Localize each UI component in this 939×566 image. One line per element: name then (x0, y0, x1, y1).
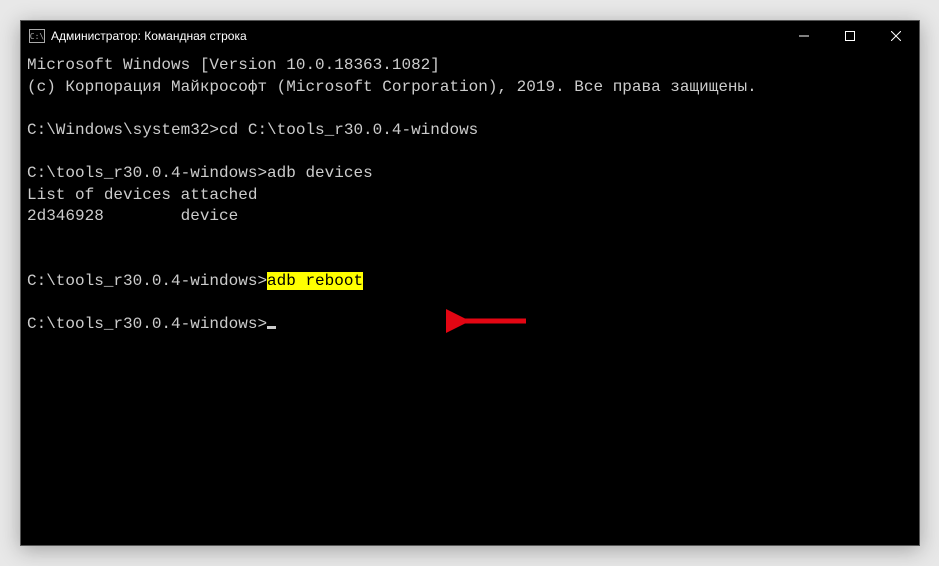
prompt: C:\Windows\system32> (27, 121, 219, 139)
command-adb-devices: adb devices (267, 164, 373, 182)
prompt: C:\tools_r30.0.4-windows> (27, 272, 267, 290)
cursor (267, 326, 276, 329)
command-cd: cd C:\tools_r30.0.4-windows (219, 121, 478, 139)
titlebar[interactable]: C:\ Администратор: Командная строка (21, 21, 919, 51)
close-button[interactable] (873, 21, 919, 51)
output-line: 2d346928 device (27, 207, 238, 225)
minimize-icon (799, 31, 809, 41)
minimize-button[interactable] (781, 21, 827, 51)
annotation-arrow-icon (446, 306, 536, 336)
terminal-output[interactable]: Microsoft Windows [Version 10.0.18363.10… (21, 51, 919, 545)
command-prompt-window: C:\ Администратор: Командная строка Micr… (20, 20, 920, 546)
window-controls (781, 21, 919, 51)
window-title: Администратор: Командная строка (51, 29, 247, 43)
version-line: Microsoft Windows [Version 10.0.18363.10… (27, 56, 440, 74)
prompt: C:\tools_r30.0.4-windows> (27, 315, 267, 333)
copyright-line: (c) Корпорация Майкрософт (Microsoft Cor… (27, 78, 757, 96)
titlebar-left: C:\ Администратор: Командная строка (21, 29, 247, 43)
output-line: List of devices attached (27, 186, 257, 204)
maximize-button[interactable] (827, 21, 873, 51)
maximize-icon (845, 31, 855, 41)
close-icon (891, 31, 901, 41)
prompt: C:\tools_r30.0.4-windows> (27, 164, 267, 182)
command-adb-reboot-highlighted: adb reboot (267, 272, 363, 290)
cmd-icon: C:\ (29, 29, 45, 43)
